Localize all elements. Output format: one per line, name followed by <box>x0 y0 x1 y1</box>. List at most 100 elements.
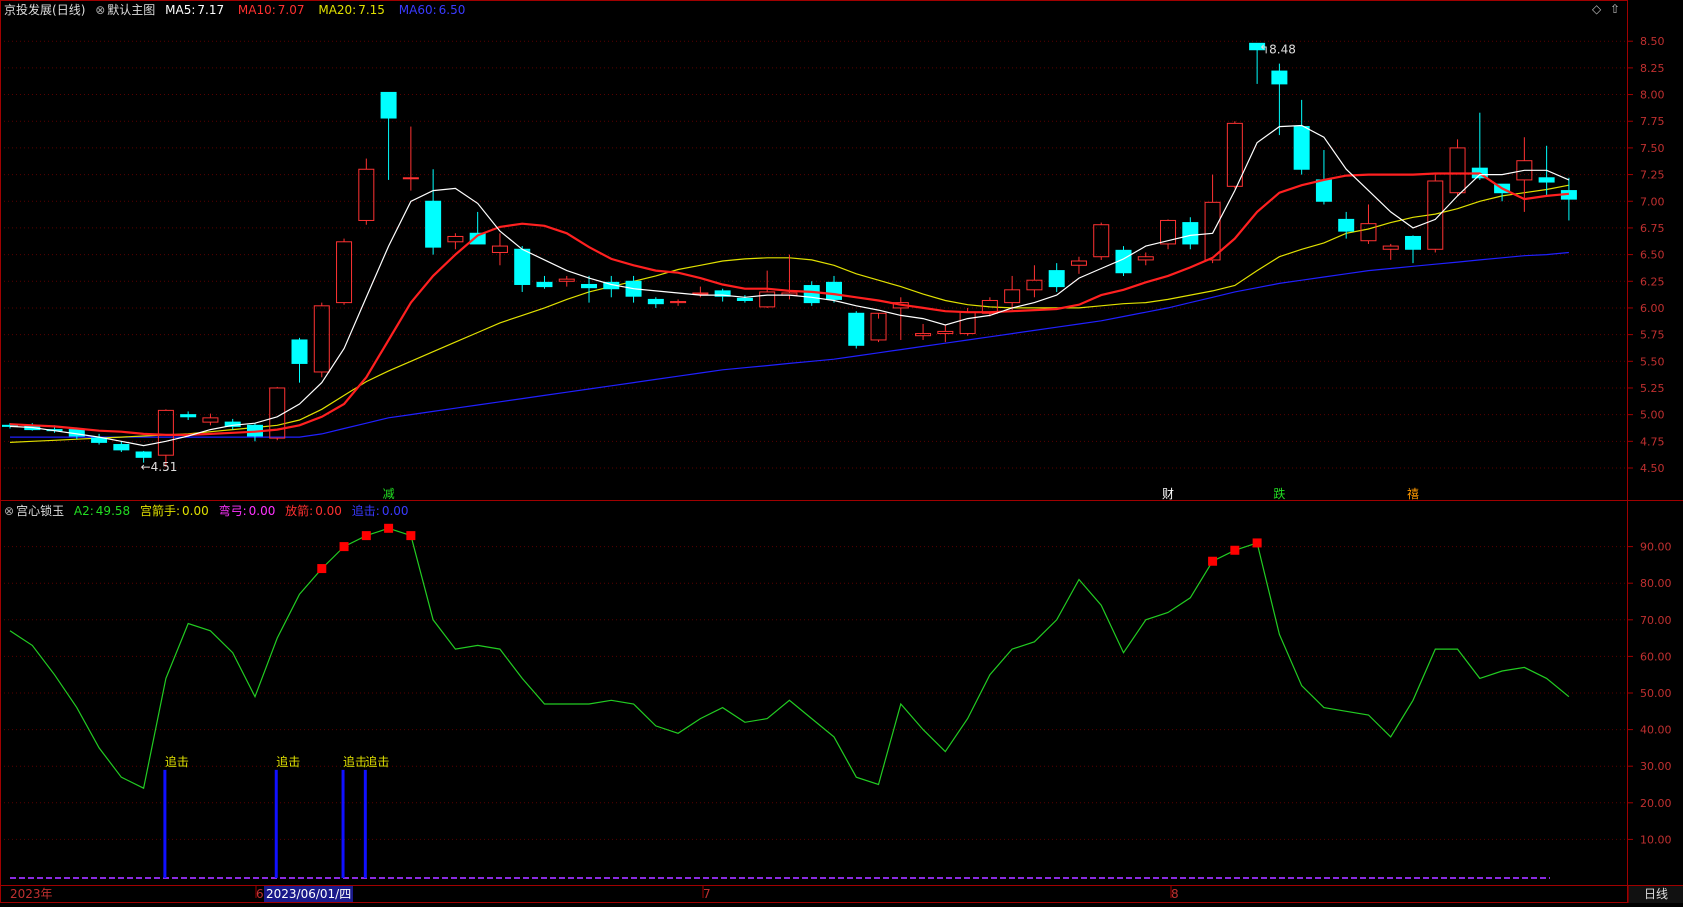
oscillator-line <box>9 523 1570 790</box>
candle-up <box>402 177 419 180</box>
ma10-label: MA10: <box>237 3 276 17</box>
event-labels: 减财跌禧 <box>383 486 1419 501</box>
price-tick-label: 6.25 <box>1640 275 1665 288</box>
candle-down <box>1182 222 1199 245</box>
candle-up <box>1226 122 1243 187</box>
oscillator-marker <box>1208 556 1218 566</box>
period-tag: (日线) <box>52 3 86 17</box>
ma20-line <box>9 184 1570 443</box>
kline-chart-area[interactable]: 8.50 8.25 8.00 7.75 7.50 7.25 7.00 6.75 6.50 6.25… <box>0 0 1683 904</box>
event-label: 减 <box>383 487 395 501</box>
price-axis: 8.50 8.25 8.00 7.75 7.50 7.25 7.00 6.75 6.50 6.25… <box>1627 35 1665 475</box>
candle-down <box>1293 126 1310 170</box>
osc-tick-label: 70.00 <box>1640 614 1672 627</box>
osc-tick-label: 30.00 <box>1640 760 1672 773</box>
candle-down <box>113 444 130 451</box>
price-tick-label: 6.00 <box>1640 302 1665 315</box>
event-label: 财 <box>1162 487 1174 501</box>
candle-up <box>1449 147 1466 194</box>
candle-down <box>803 285 820 304</box>
ma60-label: MA60: <box>398 3 437 17</box>
price-tick-label: 5.75 <box>1640 329 1665 342</box>
price-tick-label: 5.50 <box>1640 355 1665 368</box>
candle-up <box>202 417 219 423</box>
price-tick-label: 8.00 <box>1640 89 1665 102</box>
osc-tick-label: 20.00 <box>1640 797 1672 810</box>
price-tick-label: 6.50 <box>1640 249 1665 262</box>
oscillator-marker <box>1230 545 1240 555</box>
price-tick-label: 4.75 <box>1640 435 1665 448</box>
ma20-label: MA20: <box>318 3 357 17</box>
ma5-value: 7.17 <box>197 3 225 17</box>
oscillator-marker <box>384 523 394 533</box>
a2-value: 49.58 <box>95 504 131 518</box>
ma10-value: 7.07 <box>277 3 305 17</box>
low-price-label: ←4.51 <box>141 460 178 474</box>
gongjian-label: 宫箭手: <box>139 504 181 518</box>
candle-up <box>1004 289 1021 304</box>
collapse-icon[interactable]: ⊗ <box>95 3 105 17</box>
pursuit-label: 追击 <box>343 754 367 769</box>
candle-down <box>91 437 108 443</box>
ma5-label: MA5: <box>165 3 196 17</box>
ma20-value: 7.15 <box>358 3 385 17</box>
main-chart-header: 京投发展(日线) ⊗ 默认主图 MA5: 7.17 MA10: 7.07 MA20: 7… <box>4 1 471 19</box>
candle-down <box>180 414 197 418</box>
candle-down <box>736 297 753 301</box>
candle-down <box>848 312 865 346</box>
time-axis-june: 6 <box>256 887 264 901</box>
candle-down <box>536 281 553 288</box>
price-tick-label: 4.50 <box>1640 462 1665 475</box>
stock-name[interactable]: 京投发展 <box>4 3 52 17</box>
time-axis-july: 7 <box>703 887 711 901</box>
fangjian-value: 0.00 <box>315 504 342 518</box>
oscillator-marker <box>1252 538 1262 548</box>
price-tick-label: 5.25 <box>1640 382 1665 395</box>
candle-up <box>447 235 464 243</box>
price-tick-label: 8.50 <box>1640 35 1665 48</box>
pursuit-label: 追击 <box>276 754 300 769</box>
pursuit-bars: 追击 追击 追击追击 <box>10 754 1550 879</box>
period-button[interactable]: 日线 <box>1628 886 1683 903</box>
indicator-name[interactable]: 宫心锁玉 <box>16 504 64 518</box>
candle-up <box>1137 256 1154 261</box>
oscillator-marker <box>339 542 349 552</box>
candle-down <box>1048 270 1065 288</box>
price-tick-label: 7.50 <box>1640 142 1665 155</box>
up-arrow-icon[interactable]: ⇧ <box>1610 2 1620 16</box>
osc-tick-label: 60.00 <box>1640 650 1672 663</box>
diamond-icon[interactable]: ◇ <box>1592 2 1601 16</box>
event-label: 禧 <box>1407 487 1419 501</box>
fangjian-label: 放箭: <box>285 504 314 518</box>
pursuit-label: 追击 <box>165 754 189 769</box>
candle-up <box>1204 201 1221 261</box>
pursuit-label: 追击 <box>365 754 389 769</box>
candle-up <box>670 301 687 304</box>
osc-tick-label: 40.00 <box>1640 724 1672 737</box>
collapse-icon[interactable]: ⊗ <box>4 504 14 518</box>
kline-chart-svg[interactable]: 8.50 8.25 8.00 7.75 7.50 7.25 7.00 6.75 6.50 6.25… <box>0 0 1683 904</box>
candle-down <box>425 200 442 248</box>
zhuiji-value: 0.00 <box>381 504 409 518</box>
ma10-line <box>9 172 1570 436</box>
candle-down <box>647 298 664 305</box>
candle-up <box>558 278 575 282</box>
oscillator-marker <box>317 564 327 574</box>
event-label: 跌 <box>1273 486 1285 501</box>
candle-up <box>313 305 330 373</box>
candle-up <box>1360 223 1377 242</box>
candle-down <box>825 281 842 300</box>
candle-down <box>1271 70 1288 85</box>
template-name[interactable]: 默认主图 <box>107 3 155 17</box>
candle-up <box>692 292 709 295</box>
wangong-label: 弯弓: <box>218 504 247 518</box>
candle-down <box>1315 179 1332 202</box>
candle-down <box>581 283 598 289</box>
candle-up <box>1093 224 1110 258</box>
wangong-value: 0.00 <box>248 504 276 518</box>
time-axis-august: 8 <box>1171 887 1179 901</box>
oscillator-axis: 90.00 80.00 70.00 60.00 50.00 40.00 30.00 20.00… <box>1627 541 1672 846</box>
candle-down <box>1338 218 1355 232</box>
ma60-value: 6.50 <box>438 3 466 17</box>
candle-down <box>1405 235 1422 250</box>
